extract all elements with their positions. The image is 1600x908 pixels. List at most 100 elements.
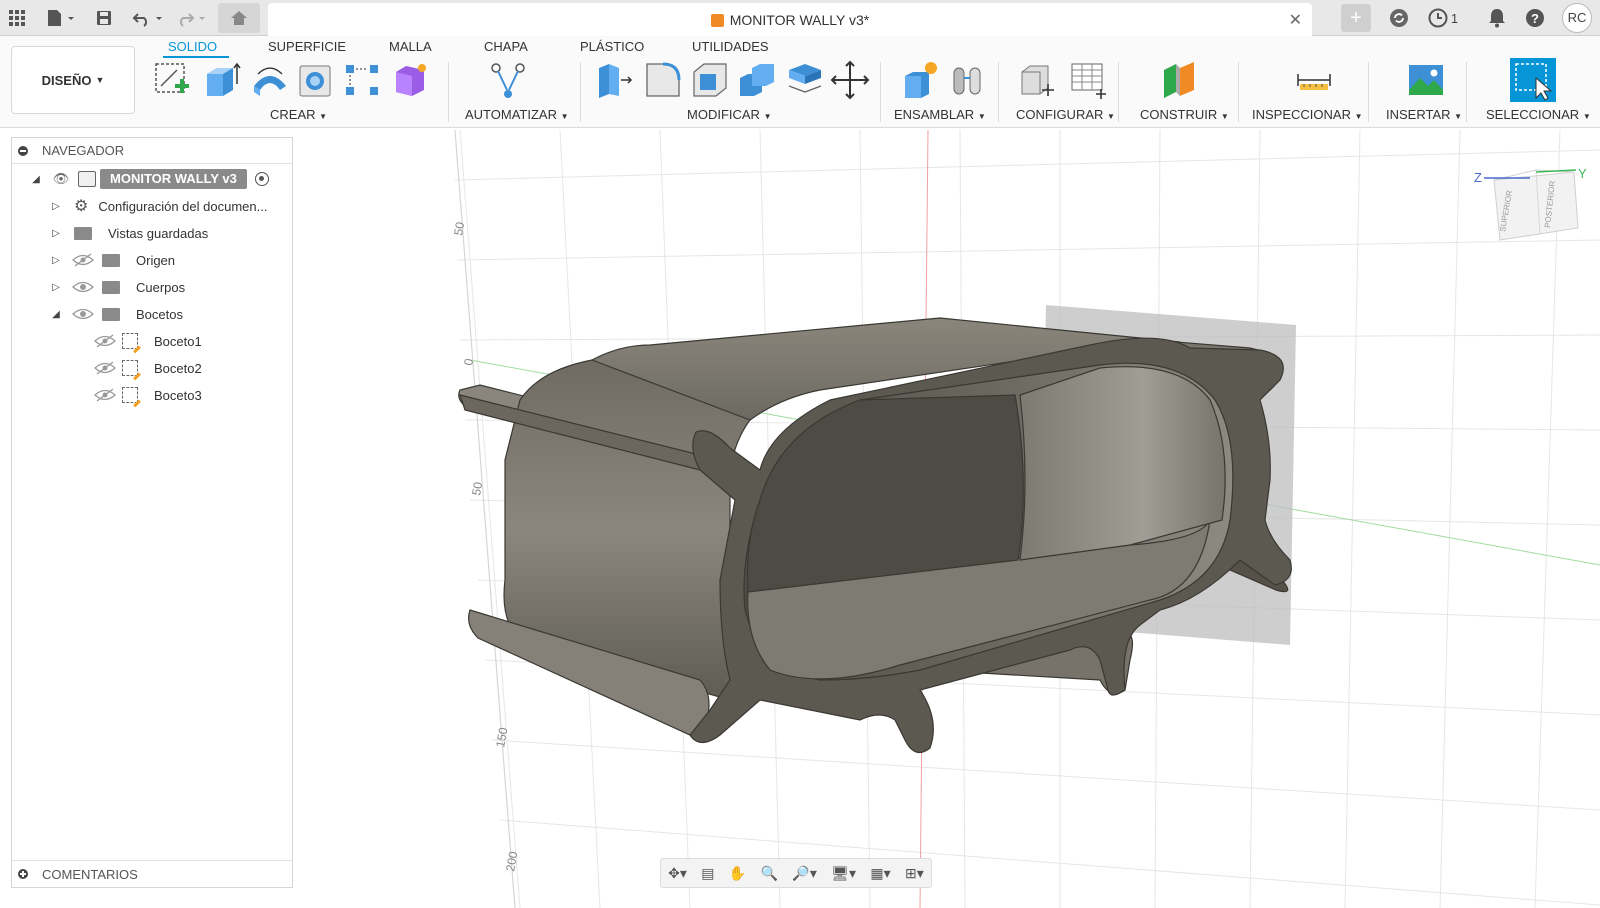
collapsed-icon[interactable]: ▷ — [50, 201, 62, 212]
avatar[interactable]: RC — [1562, 3, 1592, 33]
group-modificar-label: MODIFICAR — [687, 107, 760, 122]
workspace-dropdown[interactable]: DISEÑO ▼ — [11, 46, 135, 114]
visibility-eye-icon[interactable]: 👁 — [50, 171, 72, 187]
configure-table-icon[interactable] — [1068, 60, 1108, 100]
group-inspeccionar[interactable]: INSPECCIONAR ▼ — [1252, 107, 1363, 122]
notification-icon[interactable] — [1486, 6, 1508, 30]
hole-icon[interactable] — [296, 60, 336, 100]
document-title: MONITOR WALLY v3* — [268, 12, 1312, 28]
collapsed-icon[interactable]: ▷ — [50, 228, 62, 239]
viewcube[interactable]: SUPERIOR POSTERIOR Z Y — [1474, 166, 1587, 241]
combine-icon[interactable] — [738, 60, 778, 100]
collapsed-icon[interactable]: ▷ — [50, 282, 62, 293]
save-icon[interactable] — [93, 6, 115, 30]
move-icon[interactable] — [830, 60, 870, 100]
new-tab-icon[interactable]: + — [1341, 4, 1371, 32]
close-icon[interactable]: ✕ — [1289, 10, 1302, 30]
construction-plane-icon[interactable] — [1160, 60, 1200, 100]
tab-malla[interactable]: MALLA — [389, 39, 432, 54]
fillet-icon[interactable] — [643, 60, 683, 100]
chevron-down-icon: ▼ — [1220, 112, 1229, 121]
expand-icon[interactable] — [18, 869, 28, 879]
ruler-label: 0 — [461, 357, 476, 366]
expanded-icon[interactable]: ◢ — [50, 309, 62, 320]
sketch-icon — [122, 333, 138, 349]
redo-icon[interactable] — [173, 6, 209, 30]
zoom-icon[interactable]: 🔍 — [761, 865, 778, 882]
folder-icon — [102, 253, 120, 267]
divider — [1238, 62, 1239, 122]
group-insertar[interactable]: INSERTAR ▼ — [1386, 107, 1462, 122]
look-at-icon[interactable]: ▤ — [701, 865, 714, 882]
new-component-icon[interactable] — [901, 60, 941, 100]
group-modificar[interactable]: MODIFICAR ▼ — [687, 107, 772, 122]
document-tab[interactable]: MONITOR WALLY v3* ✕ — [268, 3, 1312, 36]
tab-chapa[interactable]: CHAPA — [484, 39, 528, 54]
tab-solido[interactable]: SOLIDO — [168, 39, 217, 54]
collapse-icon[interactable] — [18, 145, 28, 156]
activate-radio-icon[interactable] — [254, 172, 269, 186]
browser-item-document-settings[interactable]: ▷ ⚙ Configuración del documen... — [50, 195, 267, 217]
group-crear[interactable]: CREAR ▼ — [270, 107, 327, 122]
tab-utilidades[interactable]: UTILIDADES — [692, 39, 769, 54]
browser-item-saved-views[interactable]: ▷ Vistas guardadas — [50, 222, 208, 244]
browser-item-origin[interactable]: ▷ Origen — [50, 249, 175, 271]
extrude-icon[interactable] — [203, 60, 243, 100]
group-construir[interactable]: CONSTRUIR ▼ — [1140, 107, 1229, 122]
browser-item-bodies[interactable]: ▷ Cuerpos — [50, 276, 185, 298]
canvas-viewport[interactable]: 50 0 50 150 200 SUPERIOR POSTERIOR Z Y — [293, 128, 1600, 908]
zoom-window-icon[interactable]: 🔎▾ — [792, 865, 816, 882]
hidden-eye-icon[interactable] — [72, 253, 94, 267]
group-seleccionar[interactable]: SELECCIONAR ▼ — [1486, 107, 1591, 122]
hidden-eye-icon[interactable] — [94, 361, 116, 375]
sync-icon[interactable] — [1388, 6, 1410, 30]
visibility-eye-icon[interactable] — [72, 307, 94, 321]
tab-plastico[interactable]: PLÁSTICO — [580, 39, 644, 54]
hidden-eye-icon[interactable] — [94, 388, 116, 402]
group-crear-label: CREAR — [270, 107, 316, 122]
orbit-icon[interactable]: ✥▾ — [668, 865, 687, 882]
browser-item-sketch2[interactable]: Boceto2 — [94, 357, 202, 379]
insert-image-icon[interactable] — [1406, 60, 1446, 100]
group-ensamblar[interactable]: ENSAMBLAR ▼ — [894, 107, 986, 122]
automate-icon[interactable] — [488, 60, 528, 100]
browser-item-sketch3[interactable]: Boceto3 — [94, 384, 202, 406]
undo-icon[interactable] — [130, 6, 166, 30]
create-sketch-icon[interactable] — [153, 60, 193, 100]
visibility-eye-icon[interactable] — [72, 280, 94, 294]
press-pull-icon[interactable] — [595, 60, 635, 100]
grid-settings-icon[interactable]: ▦▾ — [870, 865, 890, 882]
group-automatizar[interactable]: AUTOMATIZAR ▼ — [465, 107, 569, 122]
pan-icon[interactable]: ✋ — [729, 865, 746, 882]
pattern-icon[interactable] — [343, 60, 383, 100]
app-grid-icon[interactable] — [6, 6, 28, 30]
browser-root[interactable]: ◢ 👁 MONITOR WALLY v3 — [30, 168, 269, 190]
offset-face-icon[interactable] — [785, 60, 825, 100]
tab-superficie[interactable]: SUPERFICIE — [268, 39, 346, 54]
help-icon[interactable]: ? — [1524, 6, 1546, 30]
joint-icon[interactable] — [948, 60, 988, 100]
comments-label: COMENTARIOS — [42, 866, 138, 882]
hidden-eye-icon[interactable] — [94, 334, 116, 348]
select-tool[interactable] — [1510, 58, 1556, 102]
job-status-icon[interactable]: 1 — [1426, 6, 1460, 30]
create-form-icon[interactable] — [390, 60, 430, 100]
browser-item-sketches[interactable]: ◢ Bocetos — [50, 303, 183, 325]
home-icon[interactable] — [218, 3, 260, 33]
navigator-header[interactable]: NAVEGADOR — [12, 138, 292, 164]
file-icon[interactable] — [44, 6, 78, 30]
expanded-icon[interactable]: ◢ — [30, 174, 42, 185]
browser-item-sketch1[interactable]: Boceto1 — [94, 330, 202, 352]
viewports-icon[interactable]: ⊞▾ — [905, 865, 924, 882]
comments-panel[interactable]: COMENTARIOS — [11, 860, 293, 888]
workspace-label: DISEÑO — [41, 72, 92, 88]
shell-icon[interactable] — [690, 60, 730, 100]
collapsed-icon[interactable]: ▷ — [50, 255, 62, 266]
change-parameters-icon[interactable] — [1018, 60, 1058, 100]
browser-item-label: Cuerpos — [136, 279, 186, 295]
revolve-icon[interactable] — [250, 60, 290, 100]
group-configurar[interactable]: CONFIGURAR ▼ — [1016, 107, 1115, 122]
measure-icon[interactable] — [1294, 60, 1334, 100]
display-settings-icon[interactable]: 🖥▾ — [831, 865, 856, 882]
chevron-down-icon: ▼ — [1354, 112, 1363, 121]
